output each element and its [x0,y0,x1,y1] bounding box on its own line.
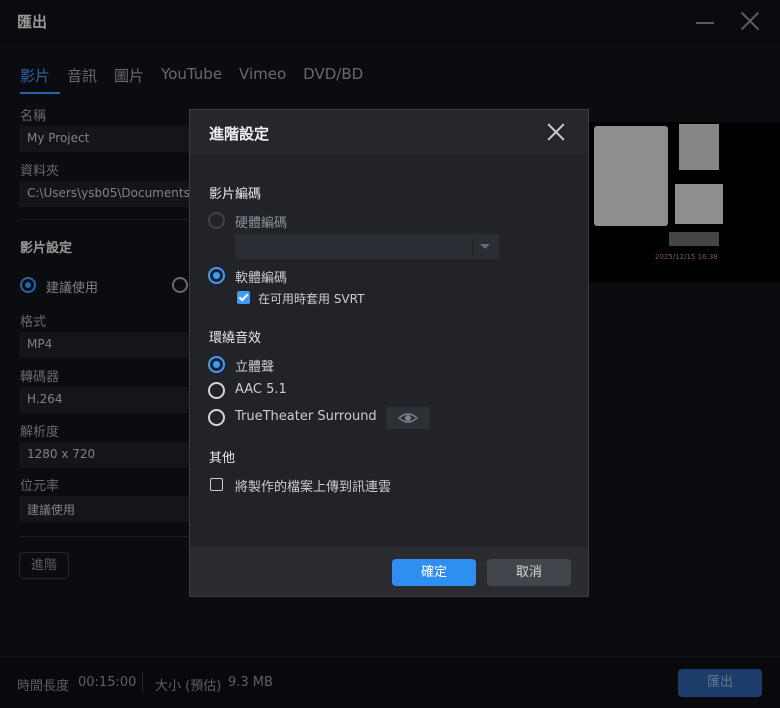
video-encoding-heading: 影片編碼 [209,187,262,202]
hardware-encoding-radio[interactable] [208,212,225,229]
upload-cloud-label: 將製作的檔案上傳到訊連雲 [235,480,392,495]
upload-cloud-checkbox[interactable] [210,478,223,491]
advanced-settings-dialog: 進階設定 影片編碼 硬體編碼 軟體編碼 在可用時套用 SVRT 環繞音效 立體聲… [189,109,589,597]
stereo-radio[interactable] [208,356,225,373]
hardware-encoder-dropdown[interactable] [235,234,499,259]
aac51-label: AAC 5.1 [235,382,287,397]
svrt-label: 在可用時套用 SVRT [258,292,365,306]
divider [472,237,473,256]
software-encoding-radio[interactable] [208,267,225,284]
truetheater-preview-button[interactable] [386,407,430,429]
aac51-radio[interactable] [208,382,225,399]
dialog-header: 進階設定 [190,110,588,155]
chevron-down-icon [480,244,490,249]
stereo-label: 立體聲 [235,360,275,375]
truetheater-label: TrueTheater Surround [235,409,377,424]
other-heading: 其他 [209,451,236,466]
truetheater-radio[interactable] [208,409,225,426]
eye-icon [398,413,418,423]
hardware-encoding-label: 硬體編碼 [235,216,288,231]
software-encoding-label: 軟體編碼 [235,271,288,286]
dialog-footer: 確定 取消 [190,547,588,596]
svrt-checkbox[interactable] [237,291,250,304]
dialog-title: 進階設定 [209,125,270,143]
cancel-button[interactable]: 取消 [487,559,571,586]
close-icon[interactable] [547,123,565,141]
surround-heading: 環繞音效 [209,331,262,346]
ok-button[interactable]: 確定 [392,559,476,586]
